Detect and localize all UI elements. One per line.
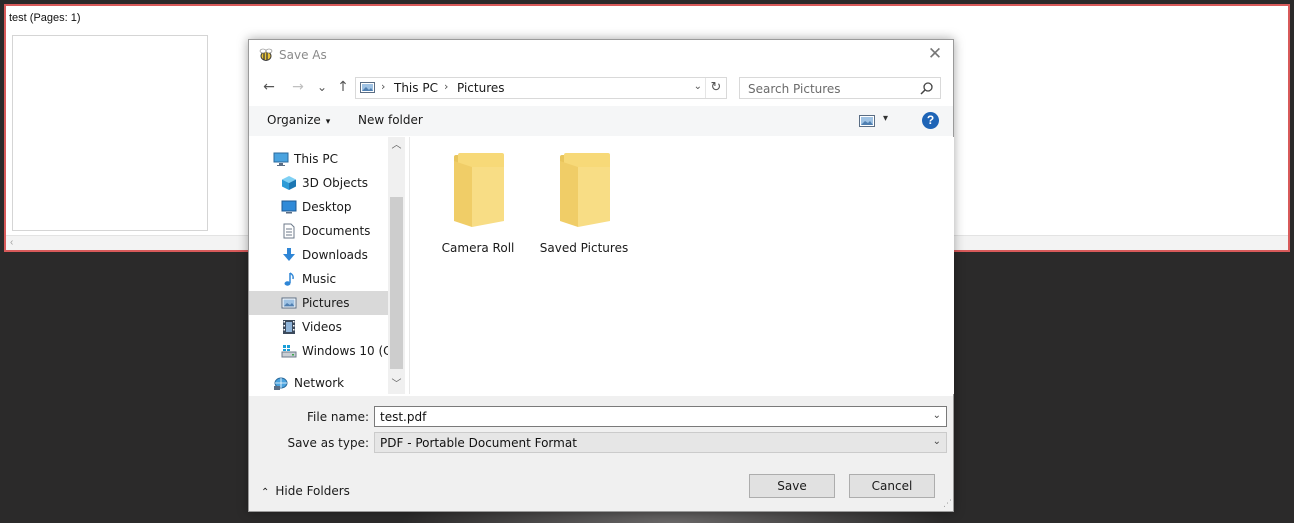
cancel-button[interactable]: Cancel xyxy=(849,474,935,498)
folder-icon xyxy=(454,153,504,227)
change-view-button[interactable]: ▾ xyxy=(859,113,893,129)
search-icon[interactable] xyxy=(920,81,934,95)
folder-icon xyxy=(560,153,610,227)
scroll-up-icon[interactable]: ︿ xyxy=(388,138,405,154)
hide-folders-label: Hide Folders xyxy=(275,484,350,498)
nav-item-label: Pictures xyxy=(302,296,350,310)
nav-item-label: This PC xyxy=(294,152,338,166)
nav-item-downloads[interactable]: Downloads xyxy=(249,243,388,267)
forward-arrow-icon[interactable]: → xyxy=(288,77,308,97)
breadcrumb-pictures[interactable]: Pictures xyxy=(457,81,505,95)
navigation-bar: ← → ⌄ ↑ › This PC › Pictures ⌄ ↻ xyxy=(249,73,953,103)
nav-item-windows-drive[interactable]: Windows 10 (C:) xyxy=(249,339,400,363)
save-options-panel: File name: ⌄ Save as type: PDF - Portabl… xyxy=(249,396,953,511)
nav-item-desktop[interactable]: Desktop xyxy=(249,195,388,219)
cube-icon xyxy=(282,176,296,190)
desktop-icon xyxy=(281,200,297,214)
nav-item-label: Windows 10 (C:) xyxy=(302,344,401,358)
save-as-type-select[interactable]: PDF - Portable Document Format ⌄ xyxy=(374,432,947,453)
file-name-label: File name: xyxy=(307,410,369,424)
file-name-dropdown-icon[interactable]: ⌄ xyxy=(933,410,941,421)
page-thumbnail[interactable] xyxy=(12,35,208,231)
up-arrow-icon[interactable]: ↑ xyxy=(333,77,353,97)
nav-item-videos[interactable]: Videos xyxy=(249,315,388,339)
recent-locations-chevron-icon[interactable]: ⌄ xyxy=(312,77,332,97)
hide-folders-toggle[interactable]: ⌃ Hide Folders xyxy=(261,484,350,498)
nav-item-label: Downloads xyxy=(302,248,368,262)
download-arrow-icon xyxy=(283,248,295,261)
pictures-icon xyxy=(360,82,375,93)
address-bar[interactable]: › This PC › Pictures ⌄ ↻ xyxy=(355,77,727,99)
breadcrumb-this-pc[interactable]: This PC xyxy=(394,81,438,95)
scroll-left-arrow-icon[interactable]: ‹ xyxy=(10,237,13,248)
app-bee-icon xyxy=(259,48,273,61)
nav-item-label: Videos xyxy=(302,320,342,334)
document-icon xyxy=(283,223,295,239)
chevron-up-icon: ⌃ xyxy=(261,487,270,498)
folder-item-camera-roll[interactable]: Camera Roll xyxy=(428,151,528,261)
network-icon xyxy=(274,377,288,390)
breadcrumb-separator-icon: › xyxy=(381,80,386,93)
nav-item-3d-objects[interactable]: 3D Objects xyxy=(249,171,388,195)
drive-icon xyxy=(281,345,297,358)
help-icon[interactable]: ? xyxy=(922,112,939,129)
nav-item-label: Network xyxy=(294,376,345,390)
folder-name: Saved Pictures xyxy=(539,241,629,255)
view-caret-icon: ▾ xyxy=(883,113,889,124)
file-name-combobox[interactable]: ⌄ xyxy=(374,406,947,427)
save-as-type-label: Save as type: xyxy=(287,436,369,450)
nav-item-label: 3D Objects xyxy=(302,176,369,190)
scrollbar-thumb[interactable] xyxy=(390,197,403,369)
document-window-title: test (Pages: 1) xyxy=(9,12,81,24)
organize-menu[interactable]: Organize ▾ xyxy=(267,113,330,127)
file-list-pane: Camera Roll Saved Pictures xyxy=(409,137,954,394)
music-note-icon xyxy=(284,272,294,286)
save-as-dialog: Save As ✕ ← → ⌄ ↑ › This PC › Pictures ⌄… xyxy=(248,39,954,512)
dialog-title: Save As xyxy=(279,48,327,62)
scroll-down-icon[interactable]: ﹀ xyxy=(388,377,405,393)
view-mode-icon xyxy=(859,115,875,127)
navpane-scrollbar[interactable]: ︿ ﹀ xyxy=(388,137,405,394)
nav-item-music[interactable]: Music xyxy=(249,267,388,291)
nav-item-documents[interactable]: Documents xyxy=(249,219,388,243)
file-name-input[interactable] xyxy=(380,410,900,424)
nav-item-this-pc[interactable]: This PC xyxy=(249,147,388,171)
nav-item-label: Documents xyxy=(302,224,371,238)
save-button[interactable]: Save xyxy=(749,474,835,498)
close-icon[interactable]: ✕ xyxy=(924,43,946,65)
nav-item-pictures[interactable]: Pictures xyxy=(249,291,388,315)
resize-grip-icon[interactable]: ⋰ xyxy=(943,499,952,509)
film-icon xyxy=(283,320,295,334)
refresh-icon[interactable]: ↻ xyxy=(705,78,726,98)
monitor-icon xyxy=(273,152,289,166)
pictures-icon xyxy=(281,297,297,309)
caret-down-icon: ▾ xyxy=(325,117,331,127)
address-dropdown-icon[interactable]: ⌄ xyxy=(694,81,702,92)
back-arrow-icon[interactable]: ← xyxy=(259,77,279,97)
nav-item-network[interactable]: Network xyxy=(249,371,388,395)
folder-item-saved-pictures[interactable]: Saved Pictures xyxy=(534,151,634,261)
command-toolbar: Organize ▾ New folder ▾ ? xyxy=(249,106,953,136)
breadcrumb-separator-icon: › xyxy=(444,80,449,93)
search-box[interactable] xyxy=(739,77,941,100)
save-as-type-dropdown-icon[interactable]: ⌄ xyxy=(933,436,941,447)
new-folder-button[interactable]: New folder xyxy=(358,113,423,127)
save-as-type-value: PDF - Portable Document Format xyxy=(380,436,577,450)
nav-item-label: Music xyxy=(302,272,337,286)
search-input[interactable] xyxy=(740,78,920,100)
nav-item-label: Desktop xyxy=(302,200,352,214)
dialog-titlebar[interactable]: Save As ✕ xyxy=(249,40,953,70)
organize-label: Organize xyxy=(267,113,321,127)
folder-name: Camera Roll xyxy=(441,241,515,255)
navigation-pane: This PC 3D Objects Desktop Documents Dow… xyxy=(249,137,407,394)
